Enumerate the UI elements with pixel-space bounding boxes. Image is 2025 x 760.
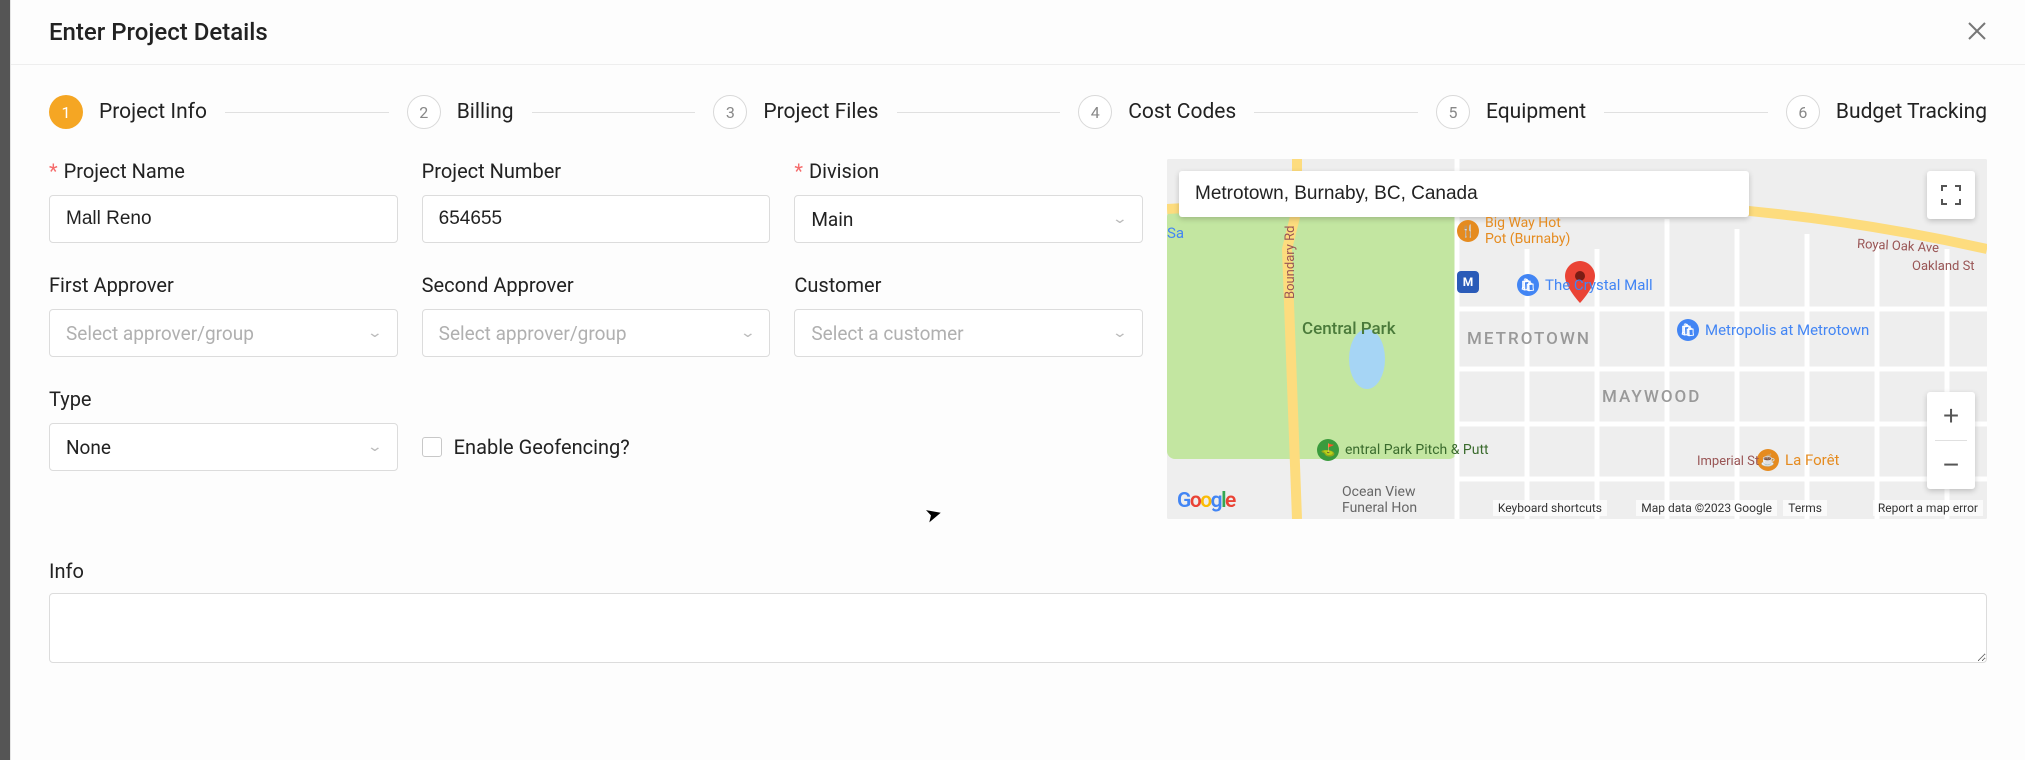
project-details-modal: Enter Project Details 1 Project Info 2 Bill… bbox=[10, 0, 2025, 760]
location-map[interactable]: + − METROTOWN MAYWOOD Central Park 🛍 The… bbox=[1167, 159, 1987, 519]
type-select[interactable]: None ⌄ bbox=[49, 423, 398, 471]
chevron-down-icon: ⌄ bbox=[1112, 211, 1128, 227]
division-select[interactable]: Main ⌄ bbox=[794, 195, 1143, 243]
map-poi: 🛍 Metropolis at Metrotown bbox=[1677, 319, 1869, 341]
second-approver-select[interactable]: Select approver/group ⌄ bbox=[422, 309, 771, 357]
step-label: Project Files bbox=[763, 100, 878, 124]
step-number-badge: 5 bbox=[1436, 95, 1470, 129]
first-approver-select[interactable]: Select approver/group ⌄ bbox=[49, 309, 398, 357]
project-number-label: Project Number bbox=[422, 159, 771, 183]
step-label: Equipment bbox=[1486, 100, 1586, 124]
map-search-input[interactable] bbox=[1179, 171, 1749, 217]
metro-icon: M bbox=[1457, 271, 1479, 293]
project-number-input[interactable] bbox=[422, 195, 771, 243]
zoom-in-button[interactable]: + bbox=[1927, 392, 1975, 440]
step-label: Cost Codes bbox=[1128, 100, 1236, 124]
step-budget-tracking[interactable]: 6 Budget Tracking bbox=[1786, 95, 1987, 129]
step-number-badge: 4 bbox=[1078, 95, 1112, 129]
map-neighborhood-label: METROTOWN bbox=[1467, 329, 1591, 349]
map-terms-link[interactable]: Terms bbox=[1783, 500, 1827, 516]
customer-label: Customer bbox=[794, 273, 1143, 297]
restaurant-icon: 🍴 bbox=[1457, 220, 1479, 242]
map-road-label: Sa bbox=[1167, 224, 1184, 242]
close-button[interactable] bbox=[1967, 19, 1987, 45]
map-park-label: Central Park bbox=[1302, 319, 1396, 339]
step-label: Project Info bbox=[99, 100, 207, 124]
info-textarea[interactable] bbox=[49, 593, 1987, 663]
step-connector bbox=[225, 112, 389, 113]
map-road-label: Boundary Rd bbox=[1283, 226, 1298, 300]
customer-select[interactable]: Select a customer ⌄ bbox=[794, 309, 1143, 357]
step-number-badge: 6 bbox=[1786, 95, 1820, 129]
map-zoom-controls: + − bbox=[1927, 392, 1975, 489]
map-shortcuts-link[interactable]: Keyboard shortcuts bbox=[1493, 500, 1607, 516]
chevron-down-icon: ⌄ bbox=[367, 439, 383, 455]
step-connector bbox=[897, 112, 1061, 113]
step-project-files[interactable]: 3 Project Files bbox=[713, 95, 878, 129]
map-poi: ⛳ entral Park Pitch & Putt bbox=[1317, 439, 1489, 461]
project-name-input[interactable] bbox=[49, 195, 398, 243]
wizard-stepper: 1 Project Info 2 Billing 3 Project Files 4 Cost… bbox=[11, 65, 2025, 159]
first-approver-label: First Approver bbox=[49, 273, 398, 297]
geofencing-checkbox[interactable] bbox=[422, 437, 442, 457]
step-connector bbox=[1254, 112, 1418, 113]
fullscreen-icon bbox=[1940, 184, 1962, 206]
golf-icon: ⛳ bbox=[1317, 439, 1339, 461]
step-number-badge: 2 bbox=[407, 95, 441, 129]
step-connector bbox=[532, 112, 696, 113]
map-neighborhood-label: MAYWOOD bbox=[1602, 387, 1701, 407]
chevron-down-icon: ⌄ bbox=[739, 325, 755, 341]
geofencing-label: Enable Geofencing? bbox=[454, 435, 630, 459]
map-poi: 🍴 Big Way Hot Pot (Burnaby) bbox=[1457, 215, 1570, 247]
zoom-out-button[interactable]: − bbox=[1927, 441, 1975, 489]
project-name-label: *Project Name bbox=[49, 159, 398, 183]
step-label: Budget Tracking bbox=[1836, 100, 1987, 124]
map-road-label: Oakland St bbox=[1912, 259, 1975, 274]
second-approver-label: Second Approver bbox=[422, 273, 771, 297]
restaurant-icon: ☕ bbox=[1757, 449, 1779, 471]
map-data-attr: Map data ©2023 Google bbox=[1636, 500, 1777, 516]
google-logo: Google bbox=[1177, 489, 1235, 513]
map-transit-badge: M bbox=[1457, 271, 1479, 293]
step-billing[interactable]: 2 Billing bbox=[407, 95, 514, 129]
step-number-badge: 3 bbox=[713, 95, 747, 129]
chevron-down-icon: ⌄ bbox=[1112, 325, 1128, 341]
step-number-badge: 1 bbox=[49, 95, 83, 129]
step-project-info[interactable]: 1 Project Info bbox=[49, 95, 207, 129]
map-poi: 🛍 The Crystal Mall bbox=[1517, 274, 1653, 296]
info-label: Info bbox=[49, 559, 1987, 583]
step-equipment[interactable]: 5 Equipment bbox=[1436, 95, 1586, 129]
map-fullscreen-button[interactable] bbox=[1927, 171, 1975, 219]
chevron-down-icon: ⌄ bbox=[367, 325, 383, 341]
step-cost-codes[interactable]: 4 Cost Codes bbox=[1078, 95, 1236, 129]
close-icon bbox=[1967, 21, 1987, 41]
shopping-icon: 🛍 bbox=[1677, 319, 1699, 341]
step-label: Billing bbox=[457, 100, 514, 124]
map-poi: ☕ La Forêt bbox=[1757, 449, 1839, 471]
map-road-label: Imperial St bbox=[1697, 454, 1759, 469]
shopping-icon: 🛍 bbox=[1517, 274, 1539, 296]
map-poi: Ocean View Funeral Hon bbox=[1342, 484, 1417, 516]
map-report-link[interactable]: Report a map error bbox=[1873, 500, 1983, 516]
modal-title: Enter Project Details bbox=[49, 18, 268, 46]
step-connector bbox=[1604, 112, 1768, 113]
type-label: Type bbox=[49, 387, 398, 411]
division-label: *Division bbox=[794, 159, 1143, 183]
